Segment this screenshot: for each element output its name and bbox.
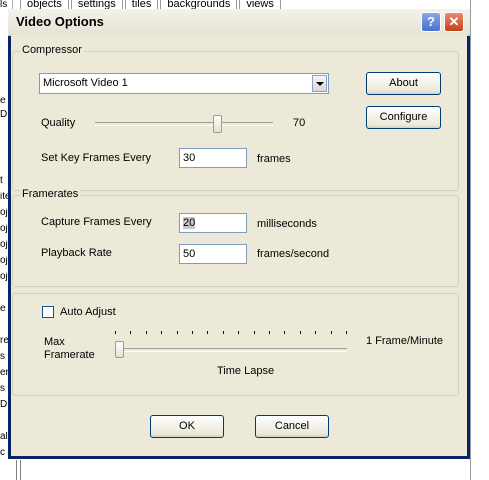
timelapse-ticks: [115, 331, 347, 335]
keyframes-label: Set Key Frames Every: [41, 152, 152, 164]
framerates-group: Framerates: [12, 188, 459, 287]
timelapse-tick: [331, 331, 332, 334]
timelapse-tick: [238, 331, 239, 334]
capture-frames-input[interactable]: 20: [179, 213, 247, 233]
max-framerate-value: 1 Frame/Minute: [366, 335, 444, 347]
auto-adjust-checkbox[interactable]: [42, 306, 54, 318]
timelapse-slider-track: [115, 348, 347, 352]
compressor-select[interactable]: Microsoft Video 1: [39, 73, 329, 94]
bg-divider: [20, 460, 21, 480]
quality-slider[interactable]: [95, 114, 273, 134]
timelapse-slider[interactable]: [115, 331, 347, 361]
timelapse-slider-thumb[interactable]: [115, 341, 124, 358]
timelapse-tick: [161, 331, 162, 334]
chevron-down-icon: [316, 82, 324, 86]
compressor-group-label: Compressor: [20, 44, 84, 56]
dialog-client-area: Compressor Microsoft Video 1 About Confi…: [11, 35, 467, 456]
max-framerate-label-line2: Framerate: [44, 349, 95, 361]
playback-rate-unit: frames/second: [257, 248, 330, 260]
capture-frames-unit: milliseconds: [257, 218, 317, 230]
quality-label: Quality: [41, 117, 76, 129]
timelapse-tick: [146, 331, 147, 334]
configure-button[interactable]: Configure: [366, 106, 441, 129]
help-button[interactable]: ?: [421, 12, 441, 32]
close-button[interactable]: ✕: [444, 12, 464, 32]
keyframes-unit: frames: [257, 153, 291, 165]
quality-slider-track: [95, 122, 273, 126]
quality-value: 70: [293, 117, 306, 129]
ok-button[interactable]: OK: [150, 415, 224, 438]
compressor-select-value: Microsoft Video 1: [43, 77, 128, 89]
dialog-titlebar[interactable]: Video Options ? ✕: [8, 9, 470, 36]
timelapse-tick: [207, 331, 208, 334]
timelapse-tick: [284, 331, 285, 334]
timelapse-tick: [315, 331, 316, 334]
about-button[interactable]: About: [366, 72, 441, 95]
dialog-title: Video Options: [16, 14, 104, 29]
timelapse-tick: [130, 331, 131, 334]
timelapse-tick: [346, 331, 347, 334]
background-right-panel: [470, 0, 489, 480]
timelapse-tick: [223, 331, 224, 334]
capture-frames-label: Capture Frames Every: [41, 216, 152, 228]
timelapse-tick: [115, 331, 116, 334]
framerates-group-label: Framerates: [20, 188, 81, 200]
timelapse-tick: [192, 331, 193, 334]
bg-divider: [16, 460, 17, 480]
dropdown-arrow-button[interactable]: [312, 75, 327, 92]
quality-slider-thumb[interactable]: [213, 115, 222, 133]
keyframes-input[interactable]: 30: [179, 148, 247, 168]
capture-frames-value: 20: [183, 217, 196, 229]
auto-adjust-label[interactable]: Auto Adjust: [60, 306, 116, 318]
cancel-button[interactable]: Cancel: [255, 415, 329, 438]
timelapse-tick: [300, 331, 301, 334]
video-options-dialog: Video Options ? ✕ Compressor Microsoft V…: [8, 9, 470, 459]
max-framerate-label-line1: Max: [44, 336, 65, 348]
timelapse-tick: [269, 331, 270, 334]
help-icon: ?: [427, 14, 435, 29]
playback-rate-input[interactable]: 50: [179, 244, 247, 264]
playback-rate-label: Playback Rate: [41, 247, 112, 259]
time-lapse-caption: Time Lapse: [217, 365, 275, 377]
background-bottom-strip: [12, 458, 489, 480]
timelapse-tick: [254, 331, 255, 334]
close-icon: ✕: [448, 14, 460, 29]
timelapse-tick: [177, 331, 178, 334]
